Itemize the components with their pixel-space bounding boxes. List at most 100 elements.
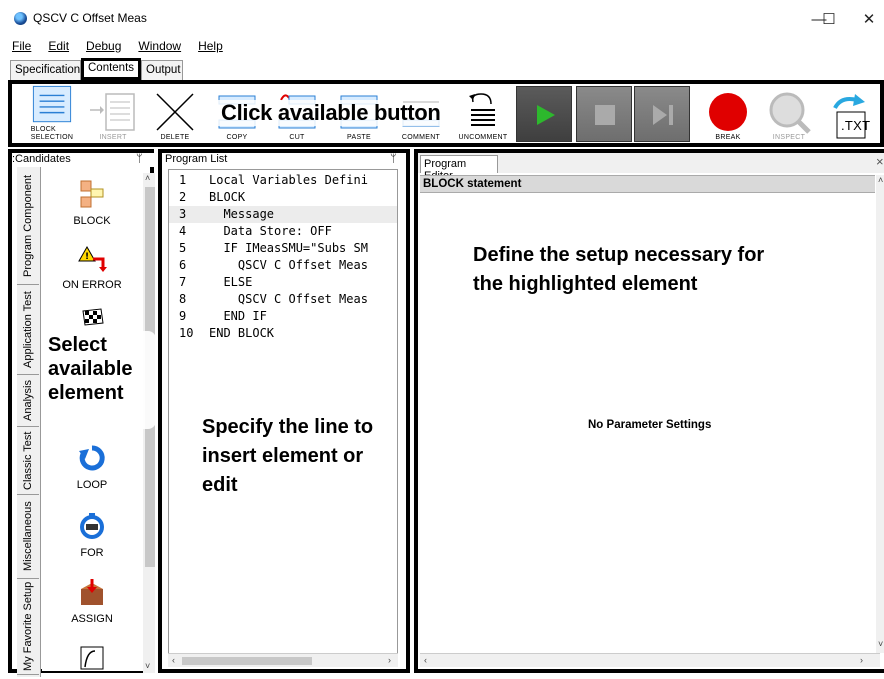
vtab-program-component[interactable]: Program Component bbox=[17, 167, 39, 285]
program-line[interactable]: 8 QSCV C Offset Meas bbox=[169, 291, 397, 308]
break-button[interactable]: BREAK bbox=[698, 84, 758, 144]
scroll-right-icon[interactable]: › bbox=[860, 655, 863, 665]
inspect-button[interactable]: INSPECT bbox=[760, 84, 818, 144]
close-icon[interactable]: × bbox=[876, 154, 884, 169]
scroll-right-icon[interactable]: › bbox=[388, 655, 391, 665]
inspect-label: INSPECT bbox=[772, 134, 806, 141]
candidate-on-error-label: ON ERROR bbox=[62, 279, 122, 291]
pin-icon[interactable]: ᛘ bbox=[390, 153, 397, 165]
close-button[interactable]: ✕ bbox=[846, 6, 884, 32]
program-line-selected[interactable]: 3 Message bbox=[169, 206, 397, 223]
candidate-on-error[interactable]: ! ON ERROR bbox=[42, 243, 142, 291]
program-line[interactable]: 7 ELSE bbox=[169, 274, 397, 291]
magnifier-icon bbox=[769, 92, 811, 134]
scroll-up-icon[interactable]: ˄ bbox=[878, 175, 883, 185]
warning-icon: ! bbox=[77, 243, 107, 273]
editor-callout: Define the setup necessary for the highl… bbox=[473, 244, 765, 295]
line-number: 7 bbox=[179, 275, 187, 289]
main-tabs: Specification Contents Output bbox=[0, 58, 884, 80]
menu-file[interactable]: File bbox=[12, 36, 31, 56]
break-label: BREAK bbox=[715, 134, 741, 141]
scroll-left-icon[interactable]: ‹ bbox=[172, 655, 175, 665]
vtab-analysis[interactable]: Analysis bbox=[17, 375, 39, 427]
program-editor-vscrollbar[interactable]: ˄ ˅ bbox=[876, 175, 884, 653]
program-list-panel: Program List ᛘ 1 Local Variables Defini 2… bbox=[158, 149, 410, 673]
uncomment-button[interactable]: UNCOMMENT bbox=[450, 84, 516, 144]
tab-program-editor[interactable]: Program Editor bbox=[420, 155, 498, 182]
program-list-hscrollbar[interactable]: ‹ › bbox=[168, 653, 398, 667]
block-icon bbox=[77, 179, 107, 209]
program-line[interactable]: 2 BLOCK bbox=[169, 189, 397, 206]
insert-label: INSERT bbox=[99, 134, 127, 141]
stop-icon bbox=[595, 105, 615, 125]
line-text: QSCV C Offset Meas bbox=[209, 258, 368, 272]
close-icon: ✕ bbox=[862, 11, 876, 28]
program-line[interactable]: 4 Data Store: OFF bbox=[169, 223, 397, 240]
vtab-application-test[interactable]: Application Test bbox=[17, 285, 39, 375]
candidate-category-tabs: Program Component Application Test Analy… bbox=[17, 167, 41, 677]
line-number: 9 bbox=[179, 309, 187, 323]
vtab-classic-test[interactable]: Classic Test bbox=[17, 427, 39, 495]
line-text: END BLOCK bbox=[209, 326, 275, 340]
stop-button[interactable] bbox=[576, 86, 632, 142]
program-line[interactable]: 5 IF IMeasSMU="Subs SM bbox=[169, 240, 397, 257]
toolbar-callout: Click available button bbox=[217, 100, 445, 126]
program-line[interactable]: 9 END IF bbox=[169, 308, 397, 325]
menu-debug[interactable]: Debug bbox=[86, 36, 121, 56]
tab-contents[interactable]: Contents bbox=[81, 58, 141, 80]
break-icon bbox=[709, 93, 747, 131]
scroll-down-icon[interactable]: ˅ bbox=[145, 661, 150, 671]
line-number: 3 bbox=[179, 207, 187, 221]
candidate-block[interactable]: BLOCK bbox=[42, 179, 142, 227]
candidate-loop[interactable]: LOOP bbox=[42, 443, 142, 491]
copy-label: COPY bbox=[226, 134, 248, 141]
window-title: QSCV C Offset Meas bbox=[33, 11, 147, 25]
run-button[interactable] bbox=[516, 86, 572, 142]
block-selection-label: BLOCK SELECTION bbox=[30, 126, 74, 141]
play-icon bbox=[537, 105, 555, 125]
menu-edit[interactable]: Edit bbox=[48, 36, 69, 56]
candidates-panel: :Candidates ᛘ Program Component Applicat… bbox=[8, 149, 158, 677]
line-number: 1 bbox=[179, 173, 187, 187]
menu-bar: File Edit Debug Window Help bbox=[0, 36, 884, 56]
vtab-miscellaneous[interactable]: Miscellaneous bbox=[17, 495, 39, 579]
line-text: Data Store: OFF bbox=[209, 224, 332, 238]
menu-window[interactable]: Window bbox=[138, 36, 181, 56]
line-number: 6 bbox=[179, 258, 187, 272]
vtab-my-favorite-setup[interactable]: My Favorite Setup bbox=[17, 579, 39, 675]
program-list-scroll-thumb[interactable] bbox=[182, 657, 312, 665]
program-list-callout: Specify the line to insert element or ed… bbox=[202, 416, 374, 496]
delete-button[interactable]: DELETE bbox=[148, 84, 202, 144]
program-list-title: Program List bbox=[165, 153, 228, 165]
line-text: QSCV C Offset Meas bbox=[209, 292, 368, 306]
block-selection-button[interactable]: BLOCK SELECTION bbox=[22, 84, 82, 144]
maximize-icon: ☐ bbox=[822, 11, 836, 28]
scroll-up-icon[interactable]: ˄ bbox=[145, 173, 150, 183]
program-line[interactable]: 10 END BLOCK bbox=[169, 325, 397, 342]
tab-specification[interactable]: Specification bbox=[10, 60, 81, 80]
comment-label: COMMENT bbox=[401, 134, 441, 141]
menu-help[interactable]: Help bbox=[198, 36, 223, 56]
program-editor-hscrollbar[interactable]: ‹ › bbox=[420, 653, 880, 667]
editor-section-title: BLOCK statement bbox=[420, 175, 875, 193]
scroll-left-icon[interactable]: ‹ bbox=[424, 655, 427, 665]
export-txt-button[interactable]: .TXT bbox=[820, 84, 878, 144]
program-line[interactable]: 1 Local Variables Defini bbox=[169, 172, 397, 189]
insert-button[interactable]: INSERT bbox=[84, 84, 142, 144]
insert-icon bbox=[90, 93, 135, 131]
tab-output[interactable]: Output bbox=[141, 60, 183, 80]
candidate-assign[interactable]: ASSIGN bbox=[42, 577, 142, 625]
candidate-for[interactable]: FOR bbox=[42, 511, 142, 559]
candidate-function[interactable] bbox=[42, 643, 142, 679]
scroll-down-icon[interactable]: ˅ bbox=[878, 639, 883, 649]
menu-debug-label: Debug bbox=[86, 39, 122, 53]
line-text: Message bbox=[209, 207, 275, 221]
program-line[interactable]: 6 QSCV C Offset Meas bbox=[169, 257, 397, 274]
uncomment-icon bbox=[469, 93, 495, 126]
pin-icon[interactable]: ᛘ bbox=[136, 153, 143, 165]
app-icon bbox=[14, 12, 27, 25]
candidates-header: :Candidates ᛘ bbox=[12, 153, 158, 167]
line-text: BLOCK bbox=[209, 190, 246, 204]
step-button[interactable] bbox=[634, 86, 690, 142]
line-text: Local Variables Defini bbox=[209, 173, 368, 187]
